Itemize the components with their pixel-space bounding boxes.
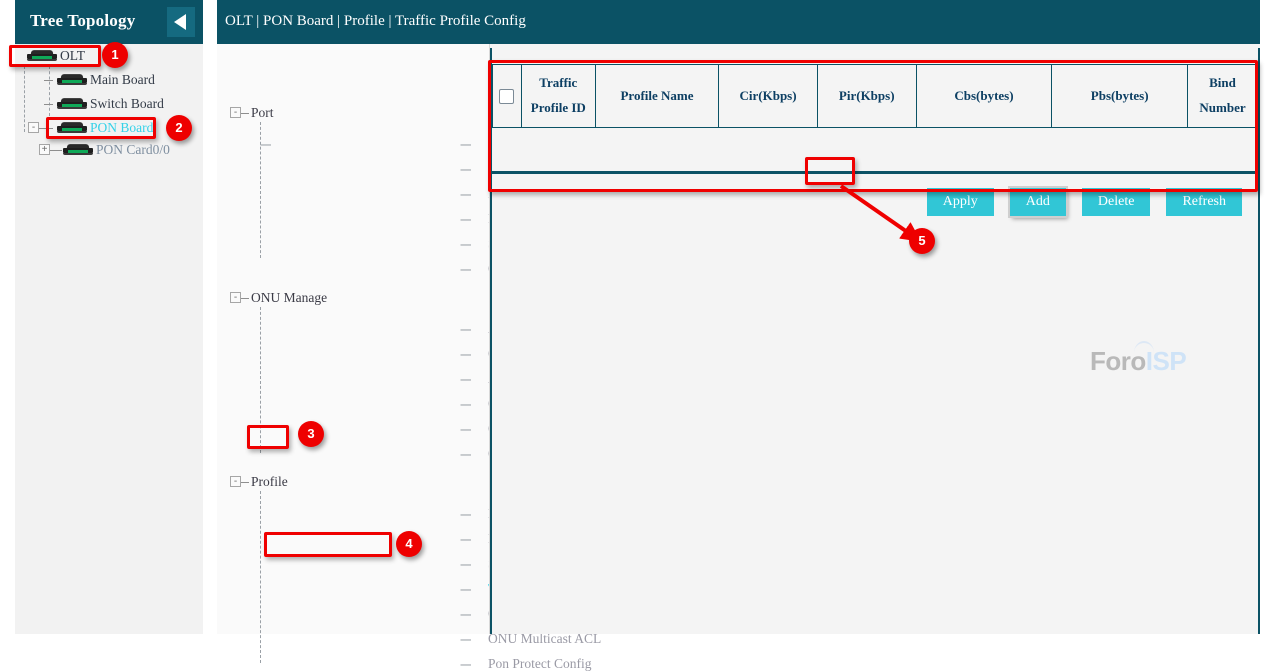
content-panel: Traffic Profile ID Profile Name Cir(Kbps…	[490, 44, 1286, 634]
column-traffic-profile-id: Traffic Profile ID	[521, 65, 595, 128]
menu-dash: ---	[460, 581, 471, 597]
column-cir-kbps: Cir(Kbps)	[719, 65, 818, 128]
tree-item-pon-card[interactable]: PON Card0/0	[63, 141, 170, 159]
tree-item-label: OLT	[60, 48, 85, 64]
menu-dash: ---	[260, 136, 271, 152]
device-board-icon	[63, 144, 93, 156]
menu-dash: ---	[460, 211, 471, 227]
menu-dash: ---	[460, 396, 471, 412]
menu-connector	[241, 482, 249, 483]
menu-dash: ---	[460, 531, 471, 547]
menu-connector	[241, 298, 249, 299]
column-label: Cir(Kbps)	[740, 88, 797, 103]
menu-dash: ---	[460, 656, 471, 672]
tree-item-label: Main Board	[90, 72, 155, 88]
tree-connector	[39, 128, 53, 129]
menu-dash: ---	[460, 371, 471, 387]
tree-expander-pon-card[interactable]: +	[39, 144, 50, 155]
menu-dash: ---	[460, 136, 471, 152]
sidebar-left-margin	[0, 0, 15, 634]
tree-expander-pon-board[interactable]: -	[28, 122, 39, 133]
menu-dash: ---	[460, 421, 471, 437]
menu-dash: ---	[460, 236, 471, 252]
table-bottom-rule	[492, 171, 1258, 174]
column-label-line1: Bind	[1190, 71, 1255, 96]
content-right-margin	[1260, 0, 1286, 634]
menu-expander-profile[interactable]: -	[230, 476, 241, 487]
select-all-cell	[493, 65, 522, 128]
column-label-line2: Profile ID	[524, 96, 593, 121]
menu-group-onu-manage[interactable]: ONU Manage	[251, 290, 327, 306]
delete-button[interactable]: Delete	[1082, 188, 1151, 216]
table-action-bar: Apply Add Delete Refresh	[492, 188, 1258, 238]
content-left-rule	[490, 48, 492, 634]
menu-dash: ---	[460, 186, 471, 202]
tree-topology-sidebar: Tree Topology OLT Main Board Switch Boar…	[0, 0, 217, 634]
column-label: Pbs(bytes)	[1091, 88, 1149, 103]
device-board-icon	[57, 122, 87, 134]
tree-connector	[50, 150, 62, 151]
tree-item-olt[interactable]: OLT	[27, 47, 85, 65]
column-pir-kbps: Pir(Kbps)	[817, 65, 916, 128]
refresh-button[interactable]: Refresh	[1166, 188, 1242, 216]
column-cbs-bytes: Cbs(bytes)	[916, 65, 1052, 128]
tree-item-main-board[interactable]: Main Board	[57, 71, 155, 89]
traffic-profile-table: Traffic Profile ID Profile Name Cir(Kbps…	[492, 64, 1258, 128]
table-header-row: Traffic Profile ID Profile Name Cir(Kbps…	[493, 65, 1258, 128]
menu-item-pon-protect-config[interactable]: Pon Protect Config	[488, 656, 592, 672]
sidebar-header: Tree Topology	[15, 0, 203, 44]
menu-dash: ---	[460, 631, 471, 647]
device-board-icon	[57, 98, 87, 110]
tree-item-label: PON Board	[90, 120, 153, 136]
column-label-line1: Traffic	[524, 71, 593, 96]
traffic-profile-table-wrapper: Traffic Profile ID Profile Name Cir(Kbps…	[492, 64, 1258, 128]
tree-item-switch-board[interactable]: Switch Board	[57, 95, 164, 113]
menu-connector	[260, 307, 261, 453]
column-label: Pir(Kbps)	[839, 88, 895, 103]
menu-expander-port[interactable]: -	[230, 107, 241, 118]
menu-dash: ---	[460, 506, 471, 522]
sidebar-right-margin	[203, 0, 217, 634]
tree-connector	[44, 80, 53, 81]
device-board-icon	[27, 50, 57, 62]
apply-button[interactable]: Apply	[927, 188, 994, 216]
menu-group-port[interactable]: Port	[251, 105, 274, 121]
top-breadcrumb-bar: OLT | PON Board | Profile | Traffic Prof…	[217, 0, 1286, 44]
tree-item-pon-board[interactable]: PON Board	[57, 119, 153, 137]
menu-dash: ---	[460, 556, 471, 572]
chevron-left-glyph	[174, 14, 186, 30]
column-label-line2: Number	[1190, 96, 1255, 121]
tree-connector	[24, 66, 25, 132]
menu-dash: ---	[460, 446, 471, 462]
tree-item-label: Switch Board	[90, 96, 164, 112]
menu-group-profile[interactable]: Profile	[251, 474, 288, 490]
menu-dash: ---	[460, 261, 471, 277]
tree-item-label: PON Card0/0	[96, 142, 170, 158]
column-label: Profile Name	[620, 88, 693, 103]
column-label: Cbs(bytes)	[954, 88, 1013, 103]
column-profile-name: Profile Name	[595, 65, 718, 128]
menu-dash: ---	[460, 606, 471, 622]
menu-dash: ---	[460, 161, 471, 177]
menu-connector	[241, 113, 249, 114]
chevron-left-icon[interactable]	[167, 7, 195, 37]
column-bind-number: Bind Number	[1188, 65, 1258, 128]
menu-dash: ---	[460, 321, 471, 337]
menu-expander-onu-manage[interactable]: -	[230, 292, 241, 303]
column-pbs-bytes: Pbs(bytes)	[1052, 65, 1188, 128]
tree-connector	[44, 104, 53, 105]
select-all-checkbox[interactable]	[499, 89, 514, 104]
menu-dash: ---	[460, 346, 471, 362]
antenna-arc-icon	[1134, 341, 1154, 353]
device-board-icon	[57, 74, 87, 86]
add-button[interactable]: Add	[1010, 188, 1066, 216]
breadcrumb: OLT | PON Board | Profile | Traffic Prof…	[225, 13, 526, 30]
menu-connector	[260, 491, 261, 663]
tree-connector	[49, 66, 50, 116]
foroisp-watermark: ForoISP	[1090, 346, 1178, 376]
sidebar-title: Tree Topology	[30, 11, 135, 31]
config-menu-column: - Port --- Port Info --- Port Config ---…	[217, 44, 490, 634]
